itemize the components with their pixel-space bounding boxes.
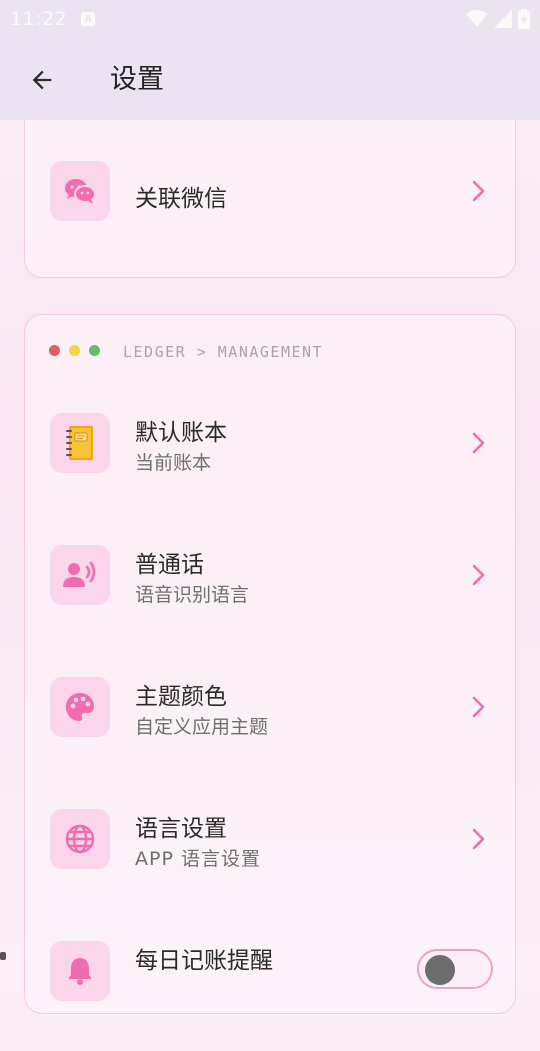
row-subtitle: 自定义应用主题 [135, 716, 269, 738]
notebook-icon [66, 426, 93, 460]
voice-icon-tile [50, 545, 110, 605]
bell-icon [68, 958, 92, 985]
palette-icon-tile [50, 677, 110, 737]
row-title: 默认账本 [135, 420, 227, 446]
battery-icon [518, 9, 530, 29]
yellow-dot [69, 345, 80, 356]
row-title: 每日记账提醒 [135, 948, 273, 974]
status-bar: 11:22 A [0, 0, 540, 38]
bell-icon-tile [50, 941, 110, 1001]
wifi-icon [466, 10, 488, 27]
back-button[interactable] [22, 60, 62, 100]
window-dots [49, 345, 100, 356]
settings-row-voice-language[interactable]: 普通话 语音识别语言 [25, 545, 517, 655]
section-breadcrumb: LEDGER > MANAGEMENT [123, 343, 324, 361]
ledger-management-card: LEDGER > MANAGEMENT 默认账本 当前账本 普通话 语音识别语言… [24, 314, 516, 1014]
app-toolbar: 设置 [0, 38, 540, 120]
row-title: 普通话 [135, 552, 204, 578]
row-title: 关联微信 [135, 186, 227, 212]
status-time: 11:22 [10, 8, 68, 30]
row-subtitle: 语音识别语言 [135, 584, 250, 606]
settings-row-default-ledger[interactable]: 默认账本 当前账本 [25, 413, 517, 523]
wechat-icon [65, 179, 96, 204]
chevron-right-icon [472, 564, 485, 586]
edge-handle [0, 952, 6, 960]
wechat-icon-tile [50, 161, 110, 221]
row-subtitle: APP 语言设置 [135, 848, 261, 870]
settings-row-wechat[interactable]: 关联微信 [25, 161, 517, 271]
row-title: 语言设置 [135, 816, 227, 842]
notification-icon: A [81, 12, 96, 26]
voice-user-icon [63, 561, 96, 587]
globe-icon [65, 824, 95, 854]
palette-icon [66, 693, 94, 721]
settings-row-language[interactable]: 语言设置 APP 语言设置 [25, 809, 517, 919]
notebook-icon-tile [50, 413, 110, 473]
settings-row-daily-reminder[interactable]: 每日记账提醒 [25, 941, 517, 1051]
chevron-right-icon [472, 180, 485, 202]
chevron-right-icon [472, 828, 485, 850]
row-title: 主题颜色 [135, 684, 227, 710]
green-dot [89, 345, 100, 356]
page-title: 设置 [110, 64, 164, 95]
row-subtitle: 当前账本 [135, 452, 212, 474]
settings-row-theme-color[interactable]: 主题颜色 自定义应用主题 [25, 677, 517, 787]
daily-reminder-toggle[interactable] [417, 949, 493, 989]
globe-icon-tile [50, 809, 110, 869]
signal-icon [494, 10, 512, 28]
arrow-left-icon [32, 70, 52, 90]
red-dot [49, 345, 60, 356]
chevron-right-icon [472, 432, 485, 454]
chevron-right-icon [472, 696, 485, 718]
